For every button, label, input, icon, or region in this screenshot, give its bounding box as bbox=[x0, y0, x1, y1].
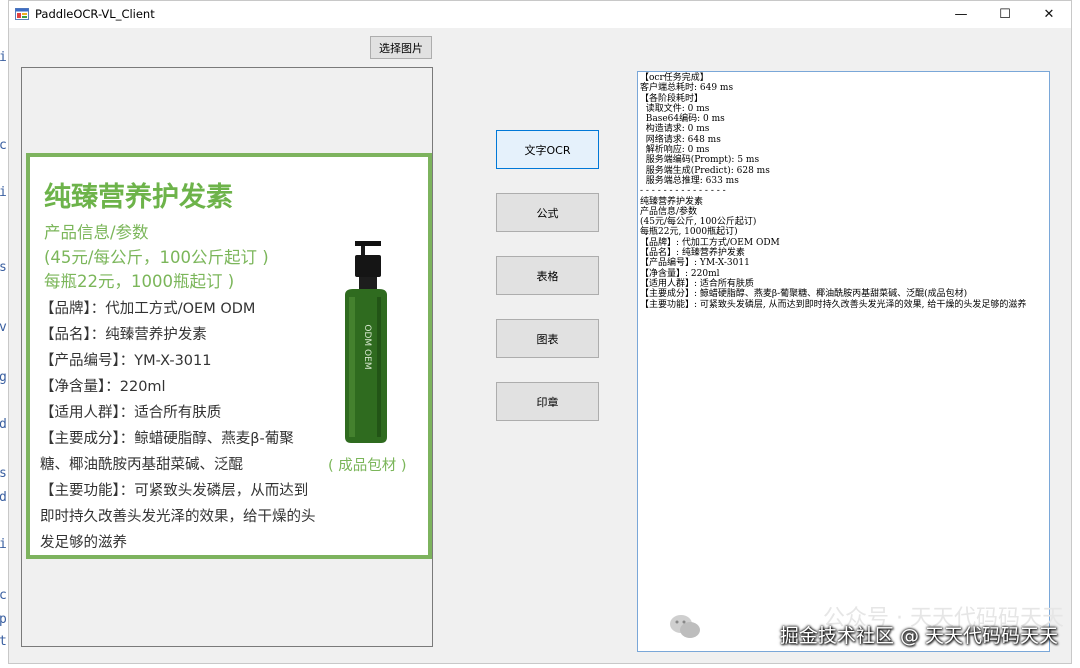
product-info-line: 【品牌】：代加工方式/OEM ODM bbox=[40, 301, 256, 317]
minimize-icon: — bbox=[954, 7, 968, 22]
background-editor-char: t bbox=[0, 634, 7, 649]
background-editor-char: p bbox=[0, 612, 7, 627]
background-editor-char: c bbox=[0, 138, 7, 153]
product-bottle-image: ODM OEM bbox=[345, 241, 387, 443]
app-window: PaddleOCR-VL_Client — ☐ ✕ 选择图片 纯臻营养护发素 产… bbox=[8, 0, 1072, 664]
product-info-line: 即时持久改善头发光泽的效果，给干燥的头 bbox=[40, 509, 316, 525]
product-price-bottle: 每瓶22元，1000瓶起订 ) bbox=[44, 272, 235, 291]
result-line: 【净含量】: 220ml bbox=[640, 268, 720, 279]
result-line: Base64编码: 0 ms bbox=[640, 114, 725, 125]
table-button[interactable]: 表格 bbox=[496, 256, 599, 295]
background-right-strip bbox=[1072, 0, 1080, 668]
minimize-button[interactable]: — bbox=[939, 1, 983, 28]
select-image-button[interactable]: 选择图片 bbox=[370, 36, 432, 59]
result-line: 构造请求: 0 ms bbox=[640, 124, 710, 135]
result-line: 【各阶段耗时】 bbox=[640, 93, 704, 104]
result-line: 服务端编码(Prompt): 5 ms bbox=[640, 155, 760, 166]
background-editor-char: s bbox=[0, 466, 7, 481]
ocr-result-textbox[interactable]: 【ocr任务完成】 客户端总耗时: 649 ms 【各阶段耗时】 读取文件: 0… bbox=[637, 71, 1050, 652]
close-icon: ✕ bbox=[1043, 7, 1055, 22]
image-preview-box: 纯臻营养护发素 产品信息/参数 (45元/每公斤，100公斤起订 ) 每瓶22元… bbox=[21, 67, 433, 647]
background-editor-char: v bbox=[0, 320, 7, 335]
product-title: 纯臻营养护发素 bbox=[44, 182, 233, 213]
product-info-line: 糖、椰油酰胺丙基甜菜碱、泛醌 bbox=[40, 457, 243, 473]
formula-button[interactable]: 公式 bbox=[496, 193, 599, 232]
result-line: 服务端生成(Predict): 628 ms bbox=[640, 165, 770, 176]
background-editor-char: d bbox=[0, 417, 7, 432]
product-info-line: 发足够的滋养 bbox=[40, 535, 127, 551]
bottle-label: ODM OEM bbox=[362, 324, 372, 369]
product-image: 纯臻营养护发素 产品信息/参数 (45元/每公斤，100公斤起订 ) 每瓶22元… bbox=[26, 153, 432, 559]
result-line: (45元/每公斤, 100公斤起订) bbox=[640, 217, 757, 228]
product-price-kg: (45元/每公斤，100公斤起订 ) bbox=[44, 248, 269, 267]
product-subtitle: 产品信息/参数 bbox=[44, 223, 149, 242]
background-editor-char: g bbox=[0, 370, 7, 385]
result-line: 【品名】: 纯臻营养护发素 bbox=[640, 248, 745, 259]
seal-button[interactable]: 印章 bbox=[496, 382, 599, 421]
wechat-icon bbox=[670, 615, 700, 638]
product-info-line: 【品名】：纯臻营养护发素 bbox=[40, 327, 207, 343]
result-line: 产品信息/参数 bbox=[640, 206, 698, 217]
product-info-line: 【适用人群】：适合所有肤质 bbox=[40, 405, 222, 421]
maximize-button[interactable]: ☐ bbox=[983, 1, 1027, 28]
result-line: 每瓶22元, 1000瓶起订) bbox=[640, 227, 738, 238]
window-title: PaddleOCR-VL_Client bbox=[35, 7, 155, 21]
result-separator: - - - - - - - - - - - - - - - bbox=[640, 186, 726, 197]
background-editor-char: i bbox=[0, 185, 7, 200]
result-line: 服务端总推理: 633 ms bbox=[640, 175, 739, 186]
maximize-icon: ☐ bbox=[999, 7, 1011, 22]
background-editor-strip: i c i s v g d s d i c p t bbox=[0, 0, 8, 668]
close-button[interactable]: ✕ bbox=[1027, 1, 1071, 28]
background-editor-char: c bbox=[0, 588, 7, 603]
result-line: 【主要成分】: 鲸蜡硬脂醇、燕麦β-葡聚糖、椰油酰胺丙基甜菜碱、泛醌(成品包材) bbox=[640, 289, 968, 300]
result-line: 网络请求: 648 ms bbox=[640, 134, 721, 145]
result-line: 【品牌】: 代加工方式/OEM ODM bbox=[640, 237, 780, 248]
result-line: 客户端总耗时: 649 ms bbox=[640, 83, 734, 94]
background-editor-char: i bbox=[0, 537, 7, 552]
background-editor-char: s bbox=[0, 260, 7, 275]
product-info-line: 【产品编号】：YM-X-3011 bbox=[40, 353, 212, 369]
result-line: 解析响应: 0 ms bbox=[640, 145, 710, 156]
product-info-line: 【净含量】：220ml bbox=[40, 379, 166, 395]
result-line: 【ocr任务完成】 bbox=[640, 73, 709, 83]
background-editor-char: d bbox=[0, 490, 7, 505]
result-line: 【适用人群】: 适合所有肤质 bbox=[640, 278, 754, 289]
result-line: 纯臻营养护发素 bbox=[640, 196, 704, 207]
result-line: 【产品编号】: YM-X-3011 bbox=[640, 258, 750, 269]
pack-note: ( 成品包材 ) bbox=[328, 458, 407, 474]
chart-button[interactable]: 图表 bbox=[496, 319, 599, 358]
result-line: 读取文件: 0 ms bbox=[640, 103, 710, 114]
product-info-line: 【主要成分】：鲸蜡硬脂醇、燕麦β-葡聚 bbox=[40, 431, 294, 447]
background-editor-char: i bbox=[0, 50, 7, 65]
app-icon bbox=[15, 8, 29, 20]
watermark-line-2: 掘金技术社区 @ 天天代码码天天 bbox=[779, 625, 1058, 647]
text-ocr-button[interactable]: 文字OCR bbox=[496, 130, 599, 169]
result-line: 【主要功能】: 可紧致头发磷层, 从而达到即时持久改善头发光泽的效果, 给干燥的… bbox=[640, 299, 1027, 310]
title-bar[interactable]: PaddleOCR-VL_Client — ☐ ✕ bbox=[9, 1, 1071, 28]
product-info-line: 【主要功能】：可紧致头发磷层，从而达到 bbox=[40, 483, 309, 499]
